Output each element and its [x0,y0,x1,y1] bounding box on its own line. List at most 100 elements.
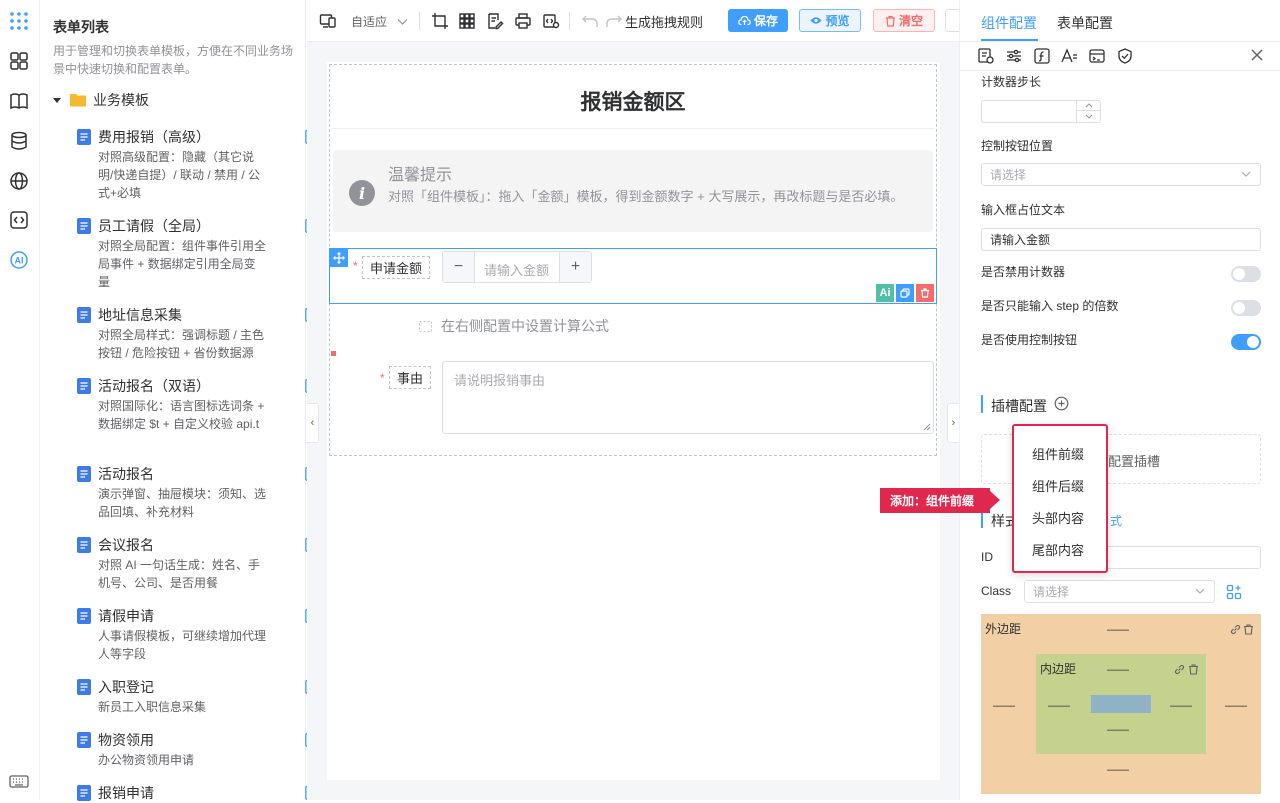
folder-business-templates[interactable]: 业务模板 [52,90,149,110]
collapse-left-button[interactable]: ‹ [307,403,319,443]
eye-icon [810,16,822,25]
padding-left-value[interactable]: —— [1048,700,1070,712]
disable-counter-switch[interactable] [1231,266,1261,282]
device-icon[interactable] [319,12,337,30]
qrcode-icon[interactable] [458,12,476,30]
close-icon[interactable] [1250,48,1264,62]
style-section-link[interactable]: 式 [1110,512,1122,529]
chevron-down-icon[interactable] [1077,111,1100,121]
form-canvas: 报销金额区 i 温馨提示 对照「组件模板」：拖入「金额」模板，得到金额数字 + … [327,62,940,780]
template-name: 活动报名 [98,466,154,482]
crop-icon[interactable] [431,12,449,30]
delete-button[interactable] [916,284,934,302]
keyboard-icon[interactable] [8,770,30,792]
trash-icon[interactable] [1243,624,1254,635]
increase-button[interactable]: + [559,252,591,282]
template-name: 物资领用 [98,732,154,748]
template-name: 入职登记 [98,679,154,695]
amount-label[interactable]: 申请金额 [362,256,431,279]
generate-rules-button[interactable]: 生成拖拽规则 [625,12,703,31]
trash-icon[interactable] [1188,664,1199,675]
margin-left-value[interactable]: —— [993,700,1015,712]
edit-json-icon[interactable] [486,12,504,30]
control-position-placeholder: 请选择 [990,168,1027,182]
drag-handle[interactable] [330,249,348,267]
document-icon [77,218,91,234]
form-list-sidebar: 表单列表 用于管理和切换表单模板，方便在不同业务场景中快速切换和配置表单。 业务… [40,0,321,801]
template-description: 对照高级配置：隐藏（其它说明/快递自提）/ 联动 / 禁用 / 公式+必填 [98,150,261,200]
class-picker-icon[interactable] [1226,584,1242,600]
step-spinner[interactable] [1076,101,1100,122]
margin-top-value[interactable]: —— [1107,624,1129,636]
control-position-select[interactable]: 请选择 [981,163,1261,186]
resize-grip-icon[interactable] [923,423,931,431]
margin-bottom-value[interactable]: —— [1107,764,1129,776]
amount-counter[interactable]: − 请输入金额 + [442,251,592,283]
tab-form-config[interactable]: 表单配置 [1057,13,1113,33]
validate-shield-icon[interactable] [1116,47,1134,65]
props-icon[interactable] [977,47,995,65]
section-marker [981,395,983,413]
class-label: Class [981,584,1012,598]
decrease-button[interactable]: − [443,252,475,282]
template-description: 演示弹窗、抽屉模块：须知、选品回填、补充材料 [98,487,267,519]
slot-menu-item-prefix[interactable]: 组件前缀 [1032,444,1084,463]
step-only-switch[interactable] [1231,300,1261,316]
app-grid-icon[interactable] [8,10,30,32]
step-input[interactable] [981,100,1101,123]
event-icon[interactable] [1088,47,1106,65]
code-icon[interactable] [8,209,30,231]
tip-text: 对照「组件模板」：拖入「金额」模板，得到金额数字 + 大写展示，再改标题与是否必… [388,189,904,204]
step-label: 计数器步长 [981,75,1042,89]
padding-top-value[interactable]: —— [1107,664,1129,676]
template-description: 对照 AI 一句话生成：姓名、手机号、公司、是否用餐 [98,558,261,590]
copy-button[interactable] [896,284,914,302]
code-preview-icon[interactable] [542,12,560,30]
class-select[interactable]: 请选择 [1024,580,1215,603]
link-icon[interactable] [1230,624,1241,635]
reason-label[interactable]: 事由 [389,366,432,389]
ai-action-button[interactable]: Ai [876,284,894,302]
toolbar-divider [569,12,570,30]
undo-icon[interactable] [581,12,599,30]
padding-right-value[interactable]: —— [1170,700,1192,712]
save-button[interactable]: 保存 [728,9,788,32]
document-icon [77,785,91,801]
padding-bottom-value[interactable]: —— [1107,724,1129,736]
template-name: 活动报名（双语） [98,378,210,394]
placeholder-text-value: 请输入金额 [990,233,1051,247]
tab-component-config[interactable]: 组件配置 [981,13,1037,33]
amount-input[interactable]: 请输入金额 [484,260,550,279]
resize-marker [331,351,336,356]
margin-box[interactable]: 外边距 —— —— —— —— 内边距 —— —— —— —— [981,614,1261,794]
slot-menu-item-footer[interactable]: 尾部内容 [1032,540,1084,559]
slot-menu-item-suffix[interactable]: 组件后缀 [1032,476,1084,495]
book-icon[interactable] [8,90,30,112]
database-icon[interactable] [8,130,30,152]
add-slot-icon[interactable] [1054,396,1069,411]
zoom-select[interactable]: 自适应 [351,13,408,30]
ai-icon[interactable]: AI [8,249,30,271]
components-icon[interactable] [8,50,30,72]
formula-icon[interactable] [1033,47,1051,65]
slot-menu-item-header[interactable]: 头部内容 [1032,508,1084,527]
placeholder-text-input[interactable]: 请输入金额 [981,228,1261,251]
clear-button[interactable]: 清空 [873,9,935,32]
use-control-switch[interactable] [1231,334,1261,350]
link-icon[interactable] [1174,664,1185,675]
padding-box[interactable]: 内边距 —— —— —— —— [1036,654,1206,754]
chevron-down-icon [1241,171,1251,178]
reason-textarea[interactable]: 请说明报销事由 [442,361,934,434]
document-icon [77,679,91,695]
globe-icon[interactable] [8,170,30,192]
preview-button[interactable]: 预览 [799,9,861,32]
print-icon[interactable] [514,12,532,30]
redo-icon[interactable] [605,12,623,30]
collapse-right-button[interactable]: › [947,403,959,443]
more-button[interactable] [945,9,959,32]
margin-right-value[interactable]: —— [1225,700,1247,712]
sliders-icon[interactable] [1005,47,1023,65]
section-title[interactable]: 报销金额区 [329,86,937,116]
text-style-icon[interactable] [1060,47,1078,65]
chevron-up-icon[interactable] [1077,101,1100,111]
